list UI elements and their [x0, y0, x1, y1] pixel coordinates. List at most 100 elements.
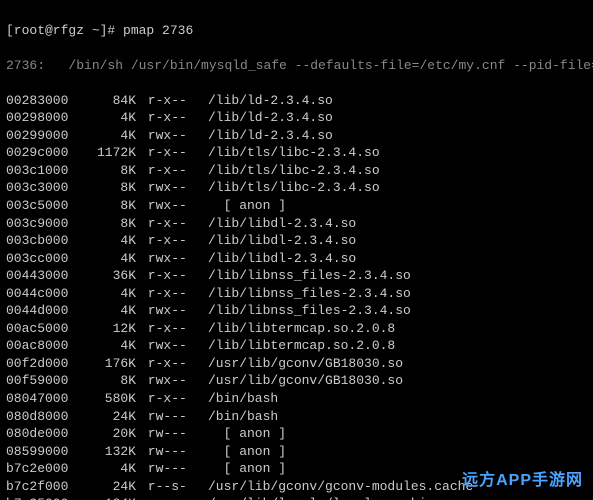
permissions: r----: [136, 495, 200, 500]
size: 580K: [76, 390, 136, 408]
permissions: r-x--: [136, 92, 200, 110]
memory-map-row: 0029c0001172K r-x--/lib/tls/libc-2.3.4.s…: [6, 144, 587, 162]
permissions: r-x--: [136, 355, 200, 373]
memory-map-row: 00f2d000176K r-x--/usr/lib/gconv/GB18030…: [6, 355, 587, 373]
memory-map-row: 003cc0004K rwx--/lib/libdl-2.3.4.so: [6, 250, 587, 268]
address: 00ac5000: [6, 320, 76, 338]
size: 36K: [76, 267, 136, 285]
shell-prompt: [root@rfgz ~]#: [6, 23, 123, 38]
memory-map-row: 080de00020K rw--- [ anon ]: [6, 425, 587, 443]
address: 00298000: [6, 109, 76, 127]
memory-map-row: 0028300084K r-x--/lib/ld-2.3.4.so: [6, 92, 587, 110]
permissions: r-x--: [136, 232, 200, 250]
memory-map-row: 0044300036K r-x--/lib/libnss_files-2.3.4…: [6, 267, 587, 285]
permissions: rw---: [136, 425, 200, 443]
memory-map-row: 002980004K r-x--/lib/ld-2.3.4.so: [6, 109, 587, 127]
permissions: rw---: [136, 408, 200, 426]
mapping: /lib/libdl-2.3.4.so: [200, 232, 356, 250]
mapping: /lib/ld-2.3.4.so: [200, 127, 333, 145]
memory-map-row: 003c30008K rwx--/lib/tls/libc-2.3.4.so: [6, 179, 587, 197]
terminal-output: [root@rfgz ~]# pmap 2736 2736: /bin/sh /…: [0, 0, 593, 500]
size: 8K: [76, 197, 136, 215]
size: 8K: [76, 162, 136, 180]
memory-map-row: 080d800024K rw---/bin/bash: [6, 408, 587, 426]
address: 0029c000: [6, 144, 76, 162]
memory-map-rows: 0028300084K r-x--/lib/ld-2.3.4.so0029800…: [6, 92, 587, 500]
prompt-line[interactable]: [root@rfgz ~]# pmap 2736: [6, 22, 587, 40]
mapping: /lib/libdl-2.3.4.so: [200, 250, 356, 268]
address: 080de000: [6, 425, 76, 443]
mapping: /lib/libnss_files-2.3.4.so: [200, 267, 411, 285]
address: 080d8000: [6, 408, 76, 426]
permissions: r-x--: [136, 144, 200, 162]
memory-map-row: 002990004K rwx--/lib/ld-2.3.4.so: [6, 127, 587, 145]
address: 00f2d000: [6, 355, 76, 373]
permissions: r-x--: [136, 267, 200, 285]
permissions: r-x--: [136, 109, 200, 127]
process-pid: 2736:: [6, 58, 45, 73]
mapping: /bin/bash: [200, 390, 278, 408]
address: 003c9000: [6, 215, 76, 233]
address: b7c2e000: [6, 460, 76, 478]
memory-map-row: b7c35000184K r----/usr/lib/locale/locale…: [6, 495, 587, 500]
permissions: r-x--: [136, 390, 200, 408]
address: 08047000: [6, 390, 76, 408]
memory-map-row: 00ac80004K rwx--/lib/libtermcap.so.2.0.8: [6, 337, 587, 355]
size: 8K: [76, 372, 136, 390]
permissions: r-x--: [136, 320, 200, 338]
permissions: rwx--: [136, 179, 200, 197]
size: 12K: [76, 320, 136, 338]
size: 4K: [76, 302, 136, 320]
mapping: [ anon ]: [200, 443, 286, 461]
size: 132K: [76, 443, 136, 461]
mapping: /usr/lib/gconv/gconv-modules.cache: [200, 478, 473, 496]
address: 003cc000: [6, 250, 76, 268]
memory-map-row: 00ac500012K r-x--/lib/libtermcap.so.2.0.…: [6, 320, 587, 338]
memory-map-row: 003c10008K r-x--/lib/tls/libc-2.3.4.so: [6, 162, 587, 180]
size: 184K: [76, 495, 136, 500]
mapping: /usr/lib/gconv/GB18030.so: [200, 372, 403, 390]
size: 24K: [76, 478, 136, 496]
mapping: /usr/lib/locale/locale-archive: [200, 495, 442, 500]
memory-map-row: 0044d0004K rwx--/lib/libnss_files-2.3.4.…: [6, 302, 587, 320]
address: b7c35000: [6, 495, 76, 500]
permissions: r-x--: [136, 215, 200, 233]
size: 4K: [76, 127, 136, 145]
memory-map-row: 003c90008K r-x--/lib/libdl-2.3.4.so: [6, 215, 587, 233]
mapping: /bin/bash: [200, 408, 278, 426]
mapping: /lib/tls/libc-2.3.4.so: [200, 179, 380, 197]
command-text: pmap 2736: [123, 23, 193, 38]
size: 176K: [76, 355, 136, 373]
memory-map-row: 08047000580K r-x--/bin/bash: [6, 390, 587, 408]
size: 4K: [76, 250, 136, 268]
size: 8K: [76, 215, 136, 233]
address: b7c2f000: [6, 478, 76, 496]
mapping: /lib/libdl-2.3.4.so: [200, 215, 356, 233]
mapping: [ anon ]: [200, 460, 286, 478]
mapping: /lib/libnss_files-2.3.4.so: [200, 302, 411, 320]
memory-map-row: 003cb0004K r-x--/lib/libdl-2.3.4.so: [6, 232, 587, 250]
permissions: rwx--: [136, 372, 200, 390]
size: 4K: [76, 460, 136, 478]
address: 00f59000: [6, 372, 76, 390]
address: 003c1000: [6, 162, 76, 180]
memory-map-row: 08599000132K rw--- [ anon ]: [6, 443, 587, 461]
permissions: r--s-: [136, 478, 200, 496]
size: 8K: [76, 179, 136, 197]
permissions: rwx--: [136, 302, 200, 320]
address: 003cb000: [6, 232, 76, 250]
permissions: rwx--: [136, 250, 200, 268]
address: 003c3000: [6, 179, 76, 197]
address: 0044d000: [6, 302, 76, 320]
size: 4K: [76, 337, 136, 355]
memory-map-row: 003c50008K rwx-- [ anon ]: [6, 197, 587, 215]
mapping: /lib/ld-2.3.4.so: [200, 109, 333, 127]
address: 0044c000: [6, 285, 76, 303]
address: 00299000: [6, 127, 76, 145]
permissions: rwx--: [136, 127, 200, 145]
memory-map-row: 0044c0004K r-x--/lib/libnss_files-2.3.4.…: [6, 285, 587, 303]
size: 4K: [76, 109, 136, 127]
address: 003c5000: [6, 197, 76, 215]
address: 00443000: [6, 267, 76, 285]
size: 1172K: [76, 144, 136, 162]
